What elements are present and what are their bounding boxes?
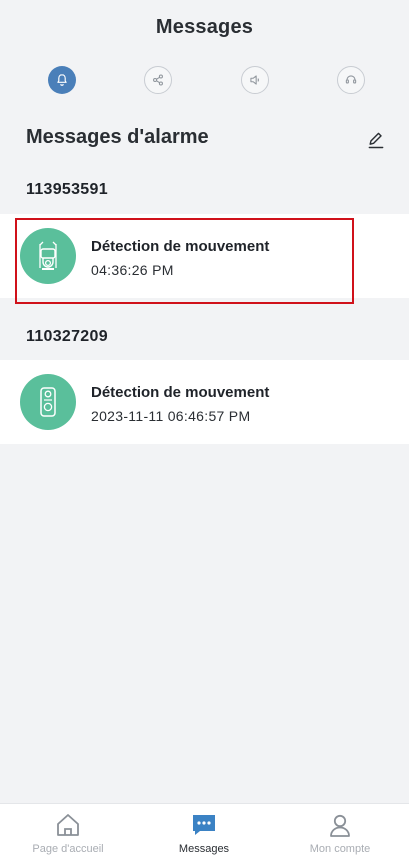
nav-account[interactable]: Mon compte	[272, 804, 408, 856]
device-avatar	[20, 374, 76, 430]
device-id-label: 110327209	[26, 328, 108, 345]
nav-home-label: Page d'accueil	[32, 843, 104, 855]
doorbell-icon	[40, 387, 56, 417]
nav-messages[interactable]: Messages	[136, 804, 272, 856]
page-title: Messages	[155, 15, 254, 38]
edit-button[interactable]	[365, 129, 387, 151]
event-title: Détection de mouvement	[91, 384, 270, 401]
nav-home[interactable]: Page d'accueil	[0, 804, 136, 856]
highlight-box	[15, 218, 354, 304]
list-item[interactable]: Détection de mouvement 2023-11-11 06:46:…	[0, 360, 409, 444]
share-icon	[153, 74, 163, 86]
support-icon	[345, 75, 357, 84]
home-icon	[57, 814, 79, 836]
chat-icon	[193, 815, 215, 835]
section-title: Messages d'alarme	[26, 126, 209, 148]
bottom-nav: Page d'accueil Messages Mon compte	[0, 803, 409, 856]
edit-icon	[368, 132, 384, 149]
tab-share[interactable]	[144, 66, 172, 94]
speaker-icon	[250, 75, 259, 85]
nav-messages-label: Messages	[178, 843, 230, 855]
nav-account-label: Mon compte	[309, 843, 371, 855]
user-icon	[330, 814, 350, 837]
header-bar: Messages	[0, 0, 409, 52]
message-filter-tabs	[0, 66, 409, 98]
bell-icon	[57, 74, 67, 86]
device-id-label: 113953591	[26, 181, 108, 198]
tab-alarm[interactable]	[48, 66, 76, 94]
tab-sound[interactable]	[241, 66, 269, 94]
event-time: 2023-11-11 06:46:57 PM	[91, 408, 251, 424]
tab-support[interactable]	[337, 66, 365, 94]
